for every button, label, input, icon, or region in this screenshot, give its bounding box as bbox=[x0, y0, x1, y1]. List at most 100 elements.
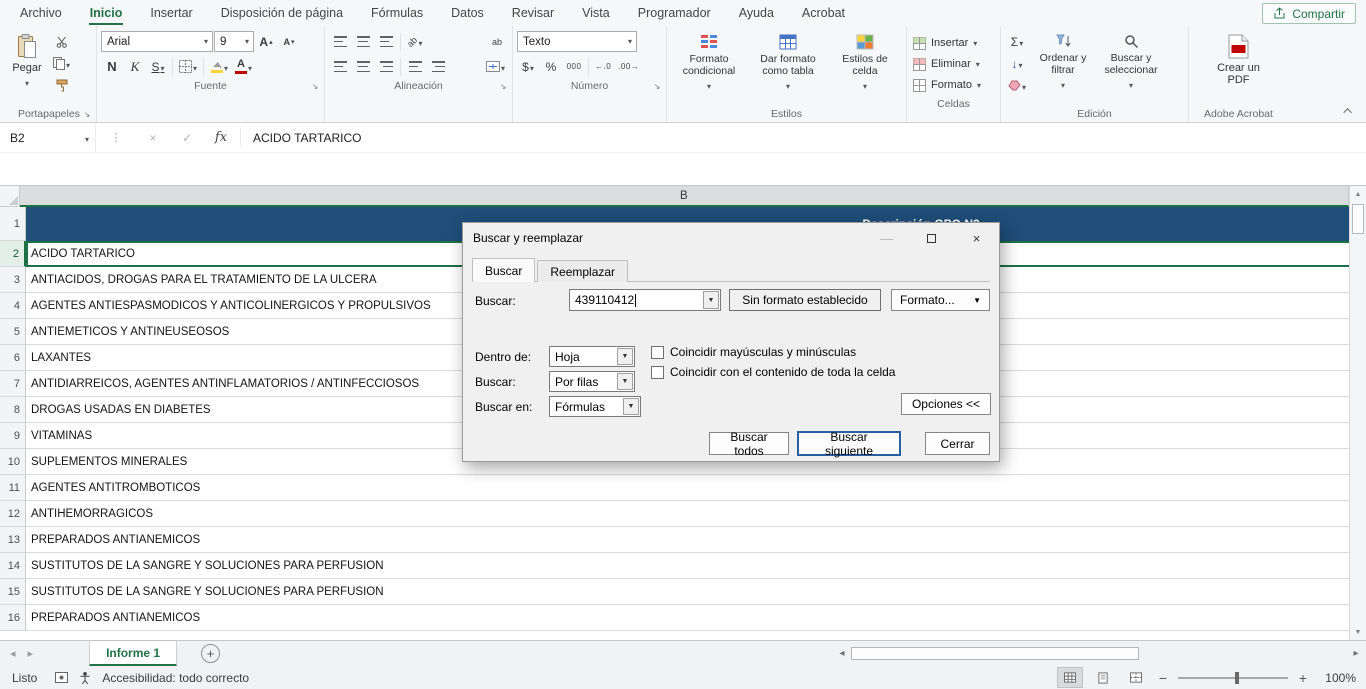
grow-font-button[interactable]: A▴ bbox=[255, 31, 277, 52]
create-pdf-button[interactable]: Crear un PDF bbox=[1213, 29, 1265, 93]
ribbon-tab-archivo[interactable]: Archivo bbox=[6, 0, 76, 26]
ribbon-tab-programador[interactable]: Programador bbox=[624, 0, 725, 26]
page-break-view-button[interactable] bbox=[1124, 668, 1148, 687]
find-what-dropdown-icon[interactable]: ▼ bbox=[703, 291, 719, 309]
match-case-checkbox[interactable]: Coincidir mayúsculas y minúsculas bbox=[651, 345, 856, 359]
close-button[interactable]: Cerrar bbox=[925, 432, 990, 455]
row-header-15[interactable]: 15 bbox=[0, 579, 26, 605]
align-middle-button[interactable] bbox=[352, 31, 374, 52]
row-header-7[interactable]: 7 bbox=[0, 371, 26, 397]
scroll-down-icon[interactable]: ▼ bbox=[1350, 624, 1366, 640]
ribbon-tab-disposición-de-página[interactable]: Disposición de página bbox=[207, 0, 357, 26]
thousands-button[interactable]: 000 bbox=[563, 56, 585, 77]
format-painter-button[interactable] bbox=[50, 75, 73, 96]
share-button[interactable]: Compartir bbox=[1262, 3, 1356, 24]
tab-buscar[interactable]: Buscar bbox=[472, 258, 535, 282]
scroll-up-icon[interactable]: ▲ bbox=[1350, 186, 1366, 202]
conditional-formatting-button[interactable]: Formato condicional bbox=[671, 29, 747, 94]
formula-input[interactable]: ACIDO TARTARICO bbox=[243, 123, 361, 152]
align-center-button[interactable] bbox=[352, 56, 374, 77]
dialog-maximize-button[interactable] bbox=[909, 223, 954, 253]
column-header-b[interactable]: B bbox=[20, 186, 1349, 207]
font-color-button[interactable]: A bbox=[232, 56, 255, 77]
zoom-slider-thumb[interactable] bbox=[1235, 672, 1239, 684]
find-what-input[interactable]: 439110412 ▼ bbox=[569, 289, 721, 311]
zoom-in-button[interactable]: + bbox=[1297, 670, 1309, 686]
add-sheet-button[interactable]: + bbox=[201, 644, 220, 663]
merge-center-button[interactable] bbox=[483, 56, 508, 77]
row-header-1[interactable]: 1 bbox=[0, 207, 26, 241]
clear-button[interactable] bbox=[1005, 75, 1029, 96]
select-all-corner[interactable] bbox=[0, 186, 20, 207]
shrink-font-button[interactable]: A▾ bbox=[278, 31, 300, 52]
collapse-ribbon-button[interactable] bbox=[1340, 104, 1358, 118]
ribbon-tab-fórmulas[interactable]: Fórmulas bbox=[357, 0, 437, 26]
copy-button[interactable] bbox=[50, 53, 73, 74]
autosum-button[interactable]: Σ bbox=[1005, 31, 1029, 52]
row-header-6[interactable]: 6 bbox=[0, 345, 26, 371]
tab-reemplazar[interactable]: Reemplazar bbox=[537, 260, 628, 282]
underline-button[interactable]: S bbox=[147, 56, 169, 77]
fill-button[interactable]: ↓ bbox=[1005, 53, 1029, 74]
format-as-table-button[interactable]: Dar formato como tabla bbox=[749, 29, 827, 94]
namebox-resize-handle[interactable]: ⋮ bbox=[96, 123, 136, 152]
normal-view-button[interactable] bbox=[1058, 668, 1082, 687]
ribbon-tab-insertar[interactable]: Insertar bbox=[136, 0, 206, 26]
look-in-dropdown-icon[interactable]: ▼ bbox=[623, 398, 639, 415]
cell-b15[interactable]: SUSTITUTOS DE LA SANGRE Y SOLUCIONES PAR… bbox=[26, 579, 1349, 605]
wrap-text-button[interactable]: ab bbox=[486, 31, 508, 52]
align-left-button[interactable] bbox=[329, 56, 351, 77]
sort-filter-button[interactable]: Ordenar y filtrar bbox=[1031, 29, 1095, 93]
row-header-3[interactable]: 3 bbox=[0, 267, 26, 293]
vertical-scrollbar-thumb[interactable] bbox=[1352, 204, 1364, 234]
cut-button[interactable] bbox=[50, 31, 73, 52]
row-header-12[interactable]: 12 bbox=[0, 501, 26, 527]
row-header-9[interactable]: 9 bbox=[0, 423, 26, 449]
paste-button[interactable]: Pegar bbox=[6, 29, 48, 93]
find-next-button[interactable]: Buscar siguiente bbox=[797, 431, 901, 456]
clipboard-dialog-launcher-icon[interactable]: ↘ bbox=[81, 108, 93, 120]
orientation-button[interactable]: ab bbox=[404, 31, 426, 52]
within-dropdown-icon[interactable]: ▼ bbox=[617, 348, 633, 365]
dialog-title-bar[interactable]: Buscar y reemplazar — × bbox=[463, 223, 999, 253]
row-header-13[interactable]: 13 bbox=[0, 527, 26, 553]
cell-b14[interactable]: SUSTITUTOS DE LA SANGRE Y SOLUCIONES PAR… bbox=[26, 553, 1349, 579]
row-header-14[interactable]: 14 bbox=[0, 553, 26, 579]
ribbon-tab-datos[interactable]: Datos bbox=[437, 0, 498, 26]
ribbon-tab-vista[interactable]: Vista bbox=[568, 0, 624, 26]
look-in-select[interactable]: Fórmulas ▼ bbox=[549, 396, 641, 417]
row-header-11[interactable]: 11 bbox=[0, 475, 26, 501]
italic-button[interactable]: K bbox=[124, 56, 146, 77]
scroll-right-icon[interactable]: ▸ bbox=[1348, 648, 1364, 659]
ribbon-tab-ayuda[interactable]: Ayuda bbox=[725, 0, 788, 26]
row-header-5[interactable]: 5 bbox=[0, 319, 26, 345]
dialog-minimize-button[interactable]: — bbox=[864, 223, 909, 253]
alignment-dialog-launcher-icon[interactable]: ↘ bbox=[497, 80, 509, 92]
bold-button[interactable]: N bbox=[101, 56, 123, 77]
decrease-indent-button[interactable] bbox=[404, 56, 426, 77]
ribbon-tab-inicio[interactable]: Inicio bbox=[76, 0, 137, 26]
align-right-button[interactable] bbox=[375, 56, 397, 77]
cell-b11[interactable]: AGENTES ANTITROMBOTICOS bbox=[26, 475, 1349, 501]
borders-button[interactable] bbox=[176, 56, 200, 77]
increase-indent-button[interactable] bbox=[427, 56, 449, 77]
fill-color-button[interactable] bbox=[207, 56, 231, 77]
horizontal-scrollbar[interactable]: ◂ ▸ bbox=[834, 641, 1366, 666]
sheet-tab-informe-1[interactable]: Informe 1 bbox=[89, 641, 177, 666]
row-header-10[interactable]: 10 bbox=[0, 449, 26, 475]
accounting-format-button[interactable]: $ bbox=[517, 56, 539, 77]
increase-decimal-button[interactable]: ←.0 bbox=[592, 56, 614, 77]
font-dialog-launcher-icon[interactable]: ↘ bbox=[309, 80, 321, 92]
align-top-button[interactable] bbox=[329, 31, 351, 52]
cell-styles-button[interactable]: Estilos de celda bbox=[829, 29, 901, 94]
find-select-button[interactable]: Buscar y seleccionar bbox=[1097, 29, 1165, 93]
accessibility-status[interactable]: Accesibilidad: todo correcto bbox=[102, 671, 249, 685]
delete-cells-button[interactable]: Eliminar bbox=[911, 54, 996, 74]
options-button[interactable]: Opciones << bbox=[901, 393, 991, 415]
macro-record-icon[interactable] bbox=[55, 672, 68, 683]
find-all-button[interactable]: Buscar todos bbox=[709, 432, 789, 455]
page-layout-view-button[interactable] bbox=[1091, 668, 1115, 687]
zoom-out-button[interactable]: − bbox=[1157, 670, 1169, 686]
match-entire-cell-checkbox[interactable]: Coincidir con el contenido de toda la ce… bbox=[651, 365, 895, 379]
sheet-nav-left-icon[interactable]: ◂ bbox=[10, 647, 16, 660]
